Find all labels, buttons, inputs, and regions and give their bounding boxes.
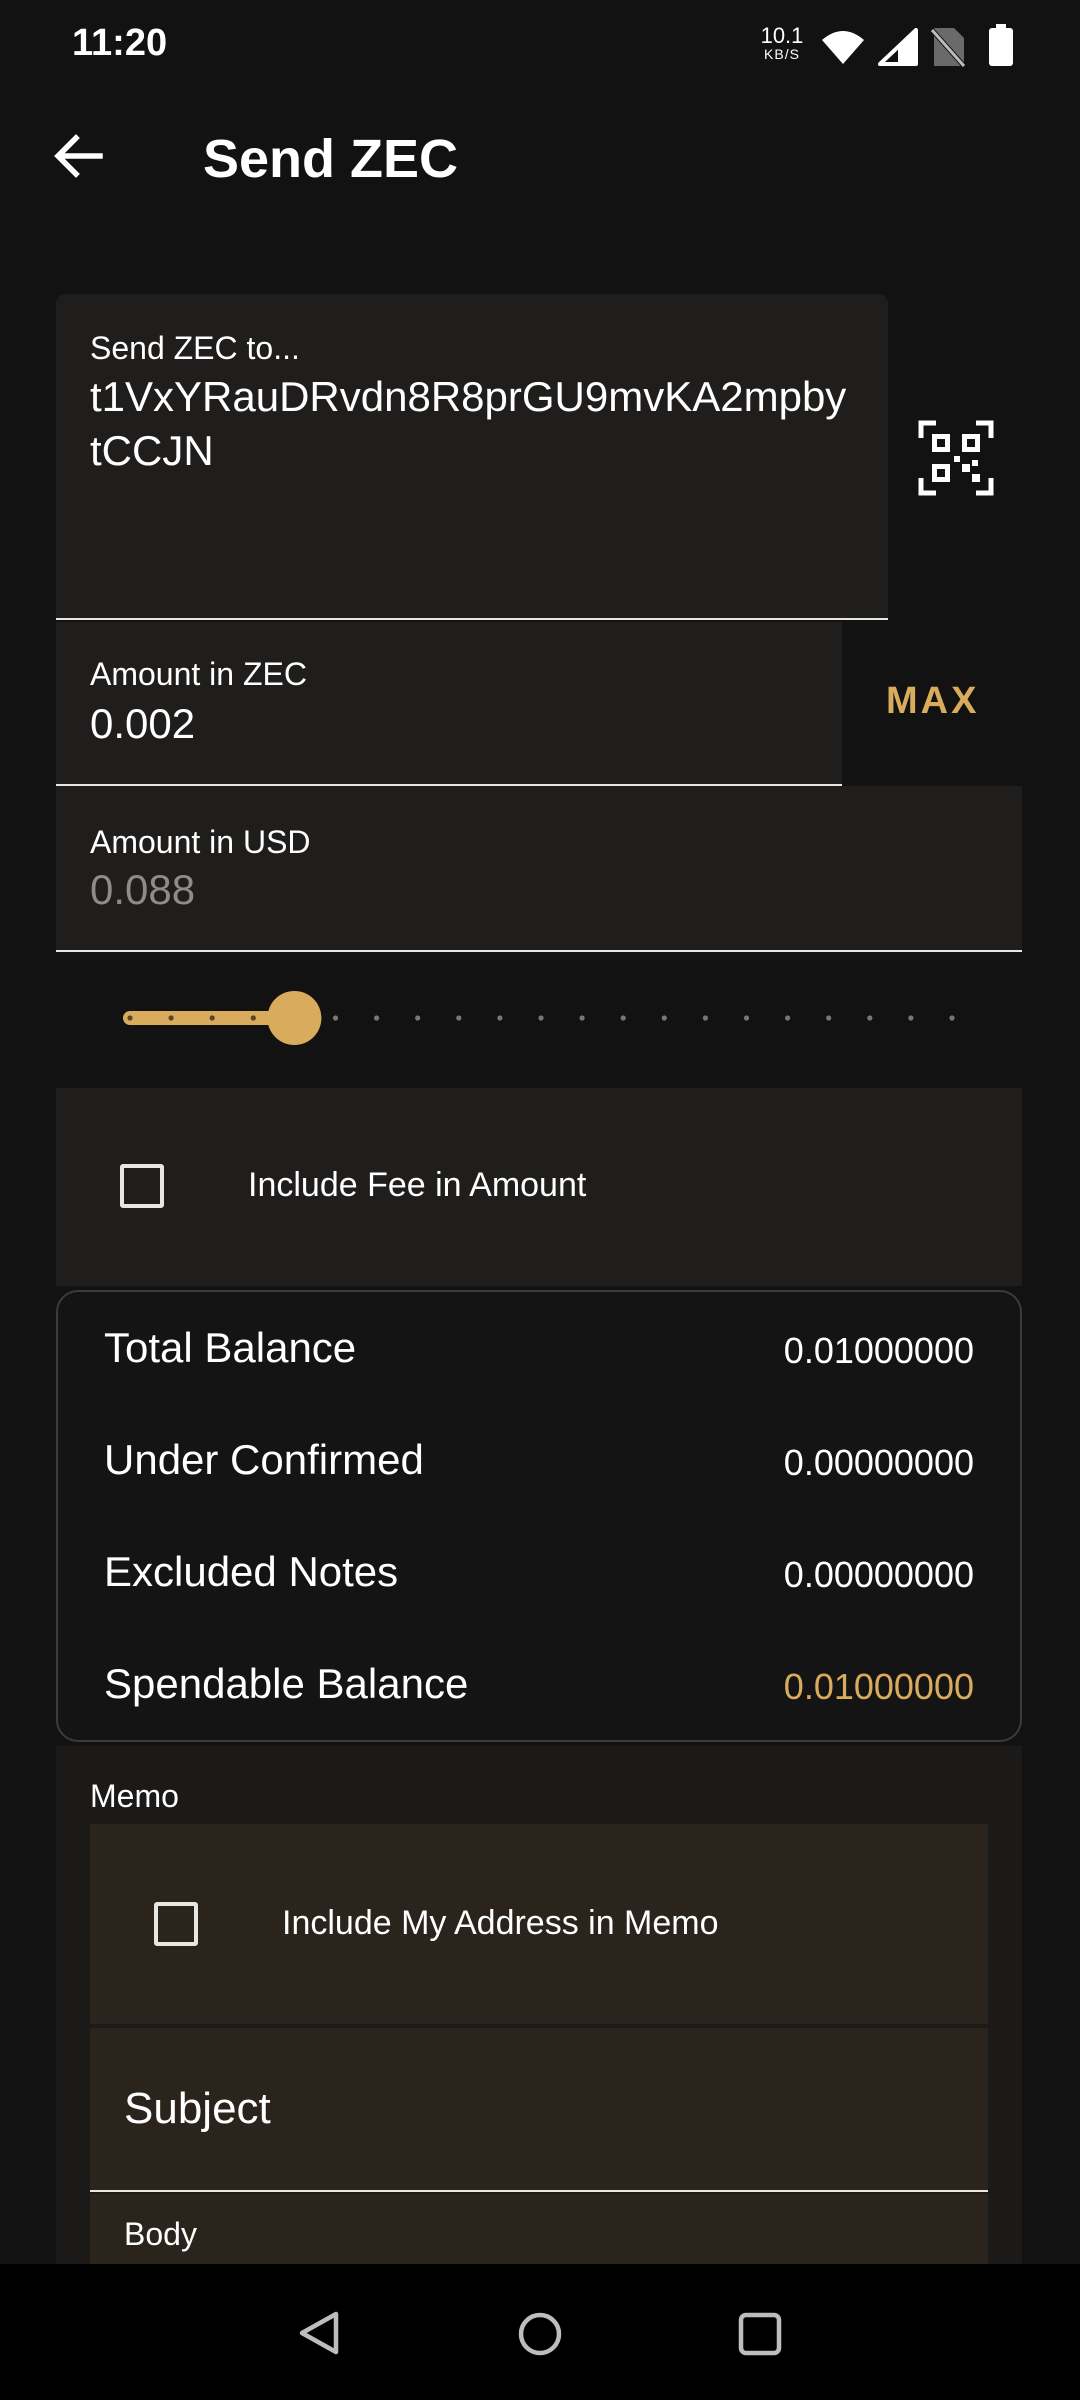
balance-row-under-confirmed: Under Confirmed 0.00000000 (104, 1436, 974, 1496)
balance-value: 0.01000000 (783, 1330, 974, 1371)
no-sim-icon (930, 28, 966, 68)
page-title: Send ZEC (203, 129, 459, 189)
slider-tick (908, 1015, 914, 1021)
include-fee-checkbox[interactable] (120, 1164, 164, 1208)
subject-field[interactable]: Subject (90, 2028, 988, 2192)
balance-value: 0.01000000 (783, 1666, 974, 1707)
balance-label: Under Confirmed (104, 1436, 424, 1483)
nav-back-icon[interactable] (296, 2310, 342, 2356)
slider-tick (867, 1015, 873, 1021)
slider-thumb[interactable] (267, 991, 322, 1045)
amount-usd-field[interactable]: Amount in USD 0.088 (56, 786, 1022, 952)
nav-recents-icon[interactable] (738, 2312, 782, 2356)
address-field[interactable]: Send ZEC to... t1VxYRauDRvdn8R8prGU9mvKA… (56, 294, 888, 620)
balance-label: Total Balance (104, 1324, 357, 1371)
qr-scan-icon[interactable] (918, 420, 994, 496)
slider-tick (538, 1015, 544, 1021)
include-address-checkbox[interactable] (154, 1902, 198, 1946)
balance-label: Excluded Notes (104, 1548, 399, 1595)
slider-tick (127, 1015, 133, 1021)
include-address-row[interactable]: Include My Address in Memo (90, 1824, 988, 2024)
balance-value: 0.00000000 (783, 1442, 974, 1483)
amount-usd-value[interactable]: 0.088 (90, 866, 195, 914)
balance-row-total: Total Balance 0.01000000 (104, 1324, 974, 1384)
slider-tick (620, 1015, 626, 1021)
amount-zec-value[interactable]: 0.002 (90, 700, 195, 748)
slider-tick (168, 1015, 174, 1021)
body-label: Body (124, 2216, 197, 2252)
slider-tick (785, 1015, 791, 1021)
slider-tick (743, 1015, 750, 1021)
memo-label: Memo (90, 1778, 179, 1814)
slider-tick (250, 1015, 256, 1021)
slider-tick (826, 1015, 832, 1021)
slider-tick (702, 1015, 709, 1021)
slider-tick (332, 1015, 339, 1021)
slider-tick (497, 1015, 503, 1021)
slider-tick (949, 1015, 955, 1021)
slider-tick (456, 1015, 462, 1021)
slider-tick (579, 1015, 585, 1021)
balance-row-excluded: Excluded Notes 0.00000000 (104, 1548, 974, 1608)
include-fee-row[interactable]: Include Fee in Amount (56, 1088, 1022, 1286)
max-button[interactable]: MAX (886, 680, 979, 723)
system-nav-bar (0, 2264, 1080, 2400)
slider-tick (415, 1015, 421, 1021)
amount-zec-field[interactable]: Amount in ZEC 0.002 (56, 622, 842, 786)
address-label: Send ZEC to... (90, 330, 300, 366)
amount-zec-label: Amount in ZEC (90, 656, 307, 692)
body-field[interactable]: Body (90, 2194, 988, 2274)
balance-label: Spendable Balance (104, 1660, 469, 1707)
memo-section: Memo Include My Address in Memo Subject … (56, 1746, 1022, 2274)
net-speed: 10.1 KB/S (758, 23, 806, 62)
subject-label: Subject (124, 2084, 271, 2133)
slider-tick (209, 1015, 215, 1021)
address-value[interactable]: t1VxYRauDRvdn8R8prGU9mvKA2mpbytCCJN (90, 370, 850, 478)
status-time: 11:20 (72, 22, 168, 64)
battery-icon (989, 24, 1013, 66)
wifi-icon (822, 31, 864, 64)
arrow-back-icon[interactable] (50, 128, 106, 184)
balance-value: 0.00000000 (783, 1554, 974, 1595)
amount-slider[interactable] (122, 990, 962, 1046)
slider-tick (661, 1015, 667, 1021)
net-speed-value: 10.1 (760, 23, 804, 48)
balance-row-spendable: Spendable Balance 0.01000000 (104, 1660, 974, 1720)
include-fee-label: Include Fee in Amount (248, 1166, 587, 1204)
slider-tick (374, 1015, 380, 1021)
balance-card: Total Balance 0.01000000 Under Confirmed… (56, 1290, 1022, 1742)
include-address-label: Include My Address in Memo (282, 1904, 719, 1942)
nav-home-icon[interactable] (516, 2310, 564, 2358)
amount-usd-label: Amount in USD (90, 824, 311, 860)
signal-icon (878, 28, 918, 66)
net-speed-unit: KB/S (764, 46, 800, 62)
